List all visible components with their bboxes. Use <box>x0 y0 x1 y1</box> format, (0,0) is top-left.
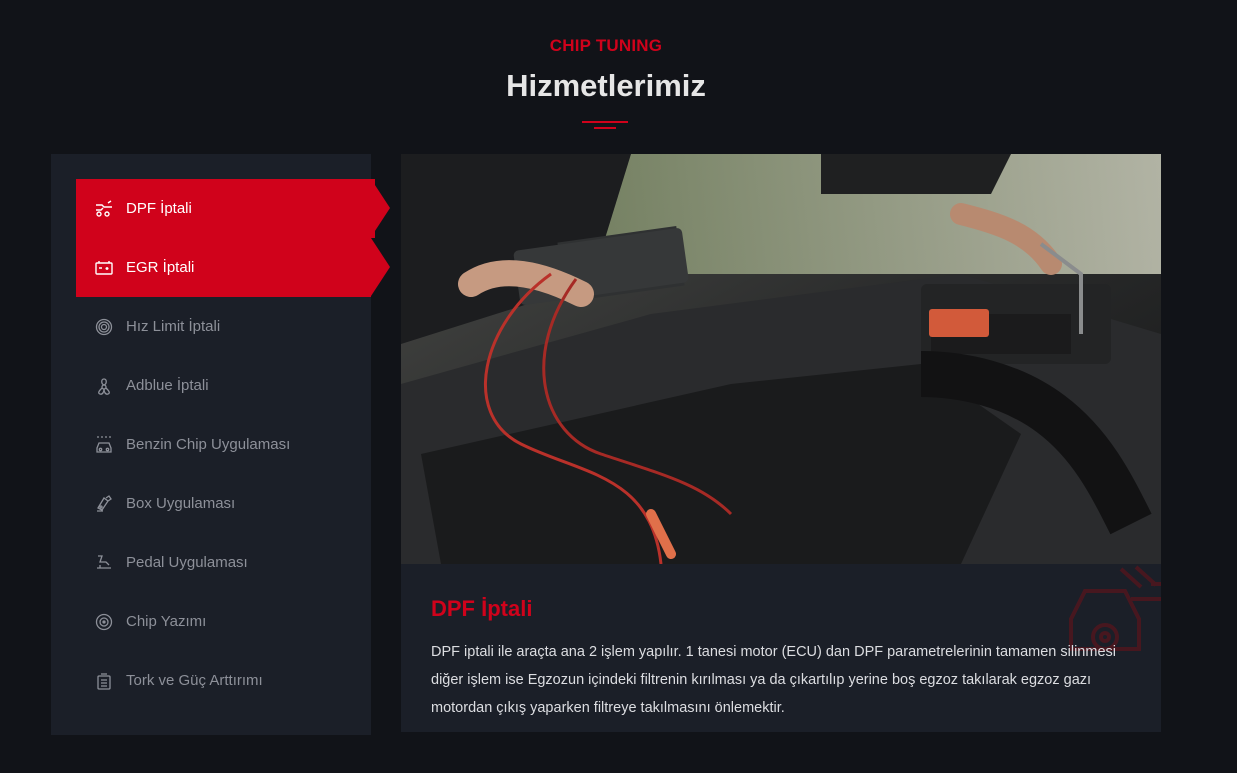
menu-label: DPF İptali <box>126 200 192 217</box>
box-tool-icon <box>94 494 114 514</box>
service-description: DPF iptali ile araçta ana 2 işlem yapılı… <box>431 644 1116 716</box>
section-eyebrow: CHIP TUNING <box>549 36 663 55</box>
title-divider <box>582 121 628 129</box>
menu-item-petrol-chip[interactable]: Benzin Chip Uygulaması <box>76 415 371 474</box>
pedal-icon <box>94 553 114 573</box>
services-sidebar: DPF İptali EGR İptali Hız Limit İptali A… <box>51 154 390 735</box>
exhaust-filter-icon <box>94 199 114 219</box>
menu-item-torque-power[interactable]: Tork ve Güç Arttırımı <box>76 651 371 710</box>
speed-dial-icon <box>94 317 114 337</box>
menu-item-chip-writing[interactable]: Chip Yazımı <box>76 592 371 651</box>
service-detail-panel: DPF İptali DPF iptali ile araçta ana 2 i… <box>401 154 1161 732</box>
menu-item-egr[interactable]: EGR İptali <box>76 238 390 297</box>
menu-label: Hız Limit İptali <box>126 318 221 335</box>
fan-icon <box>94 376 114 396</box>
menu-item-speed-limit[interactable]: Hız Limit İptali <box>76 297 371 356</box>
menu-item-dpf[interactable]: DPF İptali <box>76 179 390 238</box>
menu-label: Pedal Uygulaması <box>126 554 248 571</box>
menu-item-box[interactable]: Box Uygulaması <box>76 474 371 533</box>
menu-label: Benzin Chip Uygulaması <box>126 436 291 453</box>
menu-item-adblue[interactable]: Adblue İptali <box>76 356 371 415</box>
menu-item-pedal[interactable]: Pedal Uygulaması <box>76 533 371 592</box>
services-menu: DPF İptali EGR İptali Hız Limit İptali A… <box>76 179 390 710</box>
menu-label: Box Uygulaması <box>126 495 236 512</box>
service-title: DPF İptali <box>431 596 533 621</box>
car-chip-icon <box>94 435 114 455</box>
battery-icon <box>94 258 114 278</box>
engine-icon <box>94 671 114 691</box>
section-title: Hizmetlerimiz <box>506 68 706 103</box>
menu-label: Chip Yazımı <box>126 613 207 630</box>
service-text: DPF İptali DPF iptali ile araçta ana 2 i… <box>431 596 1131 722</box>
service-photo <box>401 154 1161 564</box>
chip-target-icon <box>94 612 114 632</box>
menu-label: Tork ve Güç Arttırımı <box>126 672 263 689</box>
menu-label: Adblue İptali <box>126 377 209 394</box>
menu-label: EGR İptali <box>126 259 195 276</box>
